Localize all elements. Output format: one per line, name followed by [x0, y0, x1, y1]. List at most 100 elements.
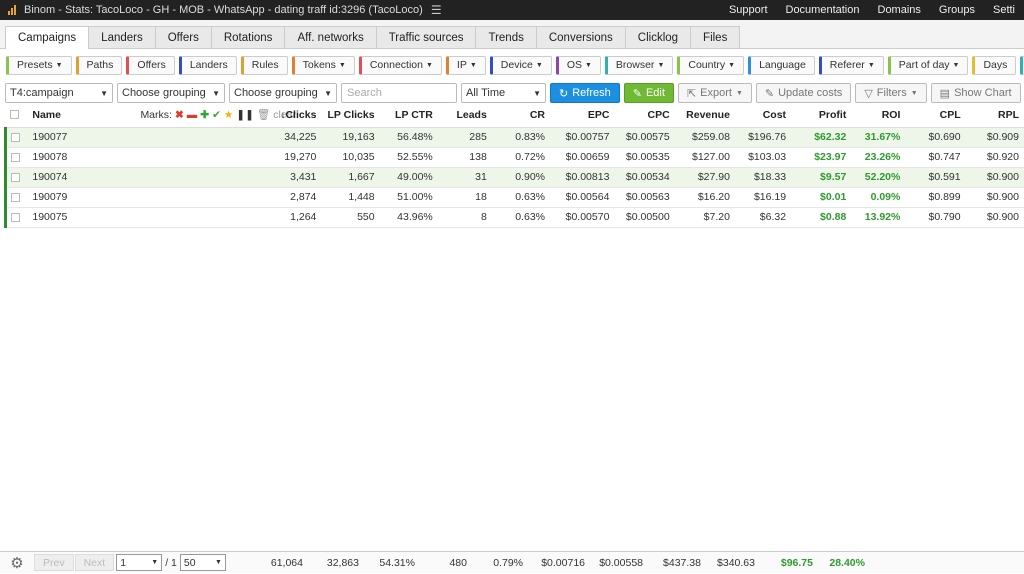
row-name[interactable]: 190075 [28, 207, 136, 227]
table-footer: ⚙ Prev Next 1▼ / 1 50▼ 61,06432,86354.31… [0, 551, 1024, 573]
nav-documentation[interactable]: Documentation [777, 4, 869, 16]
filter-browser-button[interactable]: Browser▼ [605, 56, 673, 75]
filters-button[interactable]: ▽Filters▼ [855, 83, 926, 103]
tab-conversions[interactable]: Conversions [536, 26, 626, 48]
filter-connection-button[interactable]: Connection▼ [359, 56, 442, 75]
filter-days-button[interactable]: Days [972, 56, 1016, 75]
cell-roi: 31.67% [851, 127, 905, 147]
tab-aff-networks[interactable]: Aff. networks [284, 26, 376, 48]
page-select[interactable]: 1▼ [116, 554, 162, 571]
row-checkbox[interactable] [6, 187, 29, 207]
grouping-select-2[interactable]: Choose grouping▼ [117, 83, 225, 103]
row-marks [136, 207, 261, 227]
total-lp-ctr: 54.31% [379, 552, 415, 574]
tab-rotations[interactable]: Rotations [211, 26, 286, 48]
filter-ip-button[interactable]: IP▼ [446, 56, 486, 75]
show-chart-button[interactable]: ▤Show Chart [931, 83, 1021, 103]
export-icon: ⇱ [687, 87, 696, 100]
gear-icon[interactable]: ⚙ [0, 554, 34, 572]
col-name[interactable]: Name [28, 103, 136, 127]
cell-roi: 13.92% [851, 207, 905, 227]
col-epc[interactable]: EPC [550, 103, 614, 127]
col-cr[interactable]: CR [492, 103, 550, 127]
col-cost[interactable]: Cost [735, 103, 791, 127]
tab-trends[interactable]: Trends [475, 26, 536, 48]
filter-part-of-day-button[interactable]: Part of day▼ [888, 56, 969, 75]
col-rpl[interactable]: RPL [966, 103, 1024, 127]
table-row[interactable]: 1900743,4311,66749.00%310.90%$0.00813$0.… [6, 167, 1024, 187]
row-name[interactable]: 190077 [28, 127, 136, 147]
next-page-button[interactable]: Next [75, 554, 115, 571]
tab-clicklog[interactable]: Clicklog [625, 26, 691, 48]
nav-support[interactable]: Support [720, 4, 777, 16]
row-name[interactable]: 190078 [28, 147, 136, 167]
table-row[interactable]: 1900751,26455043.96%80.63%$0.00570$0.005… [6, 207, 1024, 227]
date-range-select[interactable]: All Time▼ [461, 83, 546, 103]
select-all-checkbox[interactable] [6, 103, 29, 127]
filter-os-button[interactable]: OS▼ [556, 56, 601, 75]
row-checkbox[interactable] [6, 147, 29, 167]
mark-minus-icon[interactable]: ▬ [187, 109, 198, 121]
search-input[interactable]: Search [341, 83, 457, 103]
col-roi[interactable]: ROI [851, 103, 905, 127]
row-checkbox[interactable] [6, 167, 29, 187]
update-costs-button[interactable]: ✎Update costs [756, 83, 851, 103]
filter-language-button[interactable]: Language [748, 56, 815, 75]
tab-files[interactable]: Files [690, 26, 740, 48]
nav-groups[interactable]: Groups [930, 4, 984, 16]
col-lp-clicks[interactable]: LP Clicks [321, 103, 379, 127]
filter-paths-button[interactable]: Paths [76, 56, 123, 75]
table-row[interactable]: 1900792,8741,44851.00%180.63%$0.00564$0.… [6, 187, 1024, 207]
grouping-select-3[interactable]: Choose grouping▼ [229, 83, 337, 103]
chevron-down-icon: ▼ [324, 89, 332, 98]
tab-traffic-sources[interactable]: Traffic sources [376, 26, 477, 48]
mark-pause-icon[interactable]: ❚❚ [236, 109, 254, 121]
cell-cpc: $0.00575 [614, 127, 674, 147]
mark-red-x-icon[interactable]: ✖ [175, 109, 184, 121]
cell-roi: 0.09% [851, 187, 905, 207]
table-row[interactable]: 19007819,27010,03552.55%1380.72%$0.00659… [6, 147, 1024, 167]
row-name[interactable]: 190079 [28, 187, 136, 207]
filter-landers-button[interactable]: Landers [179, 56, 237, 75]
col-cpc[interactable]: CPC [614, 103, 674, 127]
export-button[interactable]: ⇱Export▼ [678, 83, 752, 103]
tab-landers[interactable]: Landers [88, 26, 156, 48]
filter-rules-button[interactable]: Rules [241, 56, 288, 75]
filter-referer-button[interactable]: Referer▼ [819, 56, 884, 75]
filter-tokens-button[interactable]: Tokens▼ [292, 56, 355, 75]
nav-domains[interactable]: Domains [869, 4, 930, 16]
mark-plus-icon[interactable]: ✚ [200, 109, 209, 121]
grouping-select-1[interactable]: T4:campaign▼ [5, 83, 113, 103]
col-leads[interactable]: Leads [438, 103, 492, 127]
row-name[interactable]: 190074 [28, 167, 136, 187]
cell-cpl: $0.690 [905, 127, 965, 147]
trash-icon[interactable]: 🗑 [257, 108, 270, 121]
table-row[interactable]: 19007734,22519,16356.48%2850.83%$0.00757… [6, 127, 1024, 147]
col-lp-ctr[interactable]: LP CTR [380, 103, 438, 127]
cell-profit: $9.57 [791, 167, 851, 187]
cell-cpc: $0.00563 [614, 187, 674, 207]
prev-page-button[interactable]: Prev [34, 554, 74, 571]
col-profit[interactable]: Profit [791, 103, 851, 127]
filter-offers-button[interactable]: Offers [126, 56, 174, 75]
tab-campaigns[interactable]: Campaigns [5, 26, 89, 49]
filter-presets-button[interactable]: Presets▼ [6, 56, 72, 75]
tab-offers[interactable]: Offers [155, 26, 212, 48]
total-epc: $0.00716 [541, 552, 585, 574]
row-checkbox[interactable] [6, 207, 29, 227]
row-checkbox[interactable] [6, 127, 29, 147]
mark-check-icon[interactable]: ✔ [212, 109, 221, 121]
col-revenue[interactable]: Revenue [675, 103, 735, 127]
per-page-select[interactable]: 50▼ [180, 554, 226, 571]
cell-cost: $103.03 [735, 147, 791, 167]
filter-leads-button[interactable]: Leads [1020, 56, 1024, 75]
refresh-button[interactable]: ↻Refresh [550, 83, 620, 103]
edit-button[interactable]: ✎Edit [624, 83, 674, 103]
nav-settings[interactable]: Setti [984, 4, 1024, 16]
list-icon[interactable]: ☰ [431, 3, 442, 17]
chevron-down-icon: ▼ [470, 62, 477, 69]
filter-device-button[interactable]: Device▼ [490, 56, 552, 75]
mark-star-icon[interactable]: ★ [224, 109, 233, 121]
filter-country-button[interactable]: Country▼ [677, 56, 744, 75]
col-cpl[interactable]: CPL [905, 103, 965, 127]
